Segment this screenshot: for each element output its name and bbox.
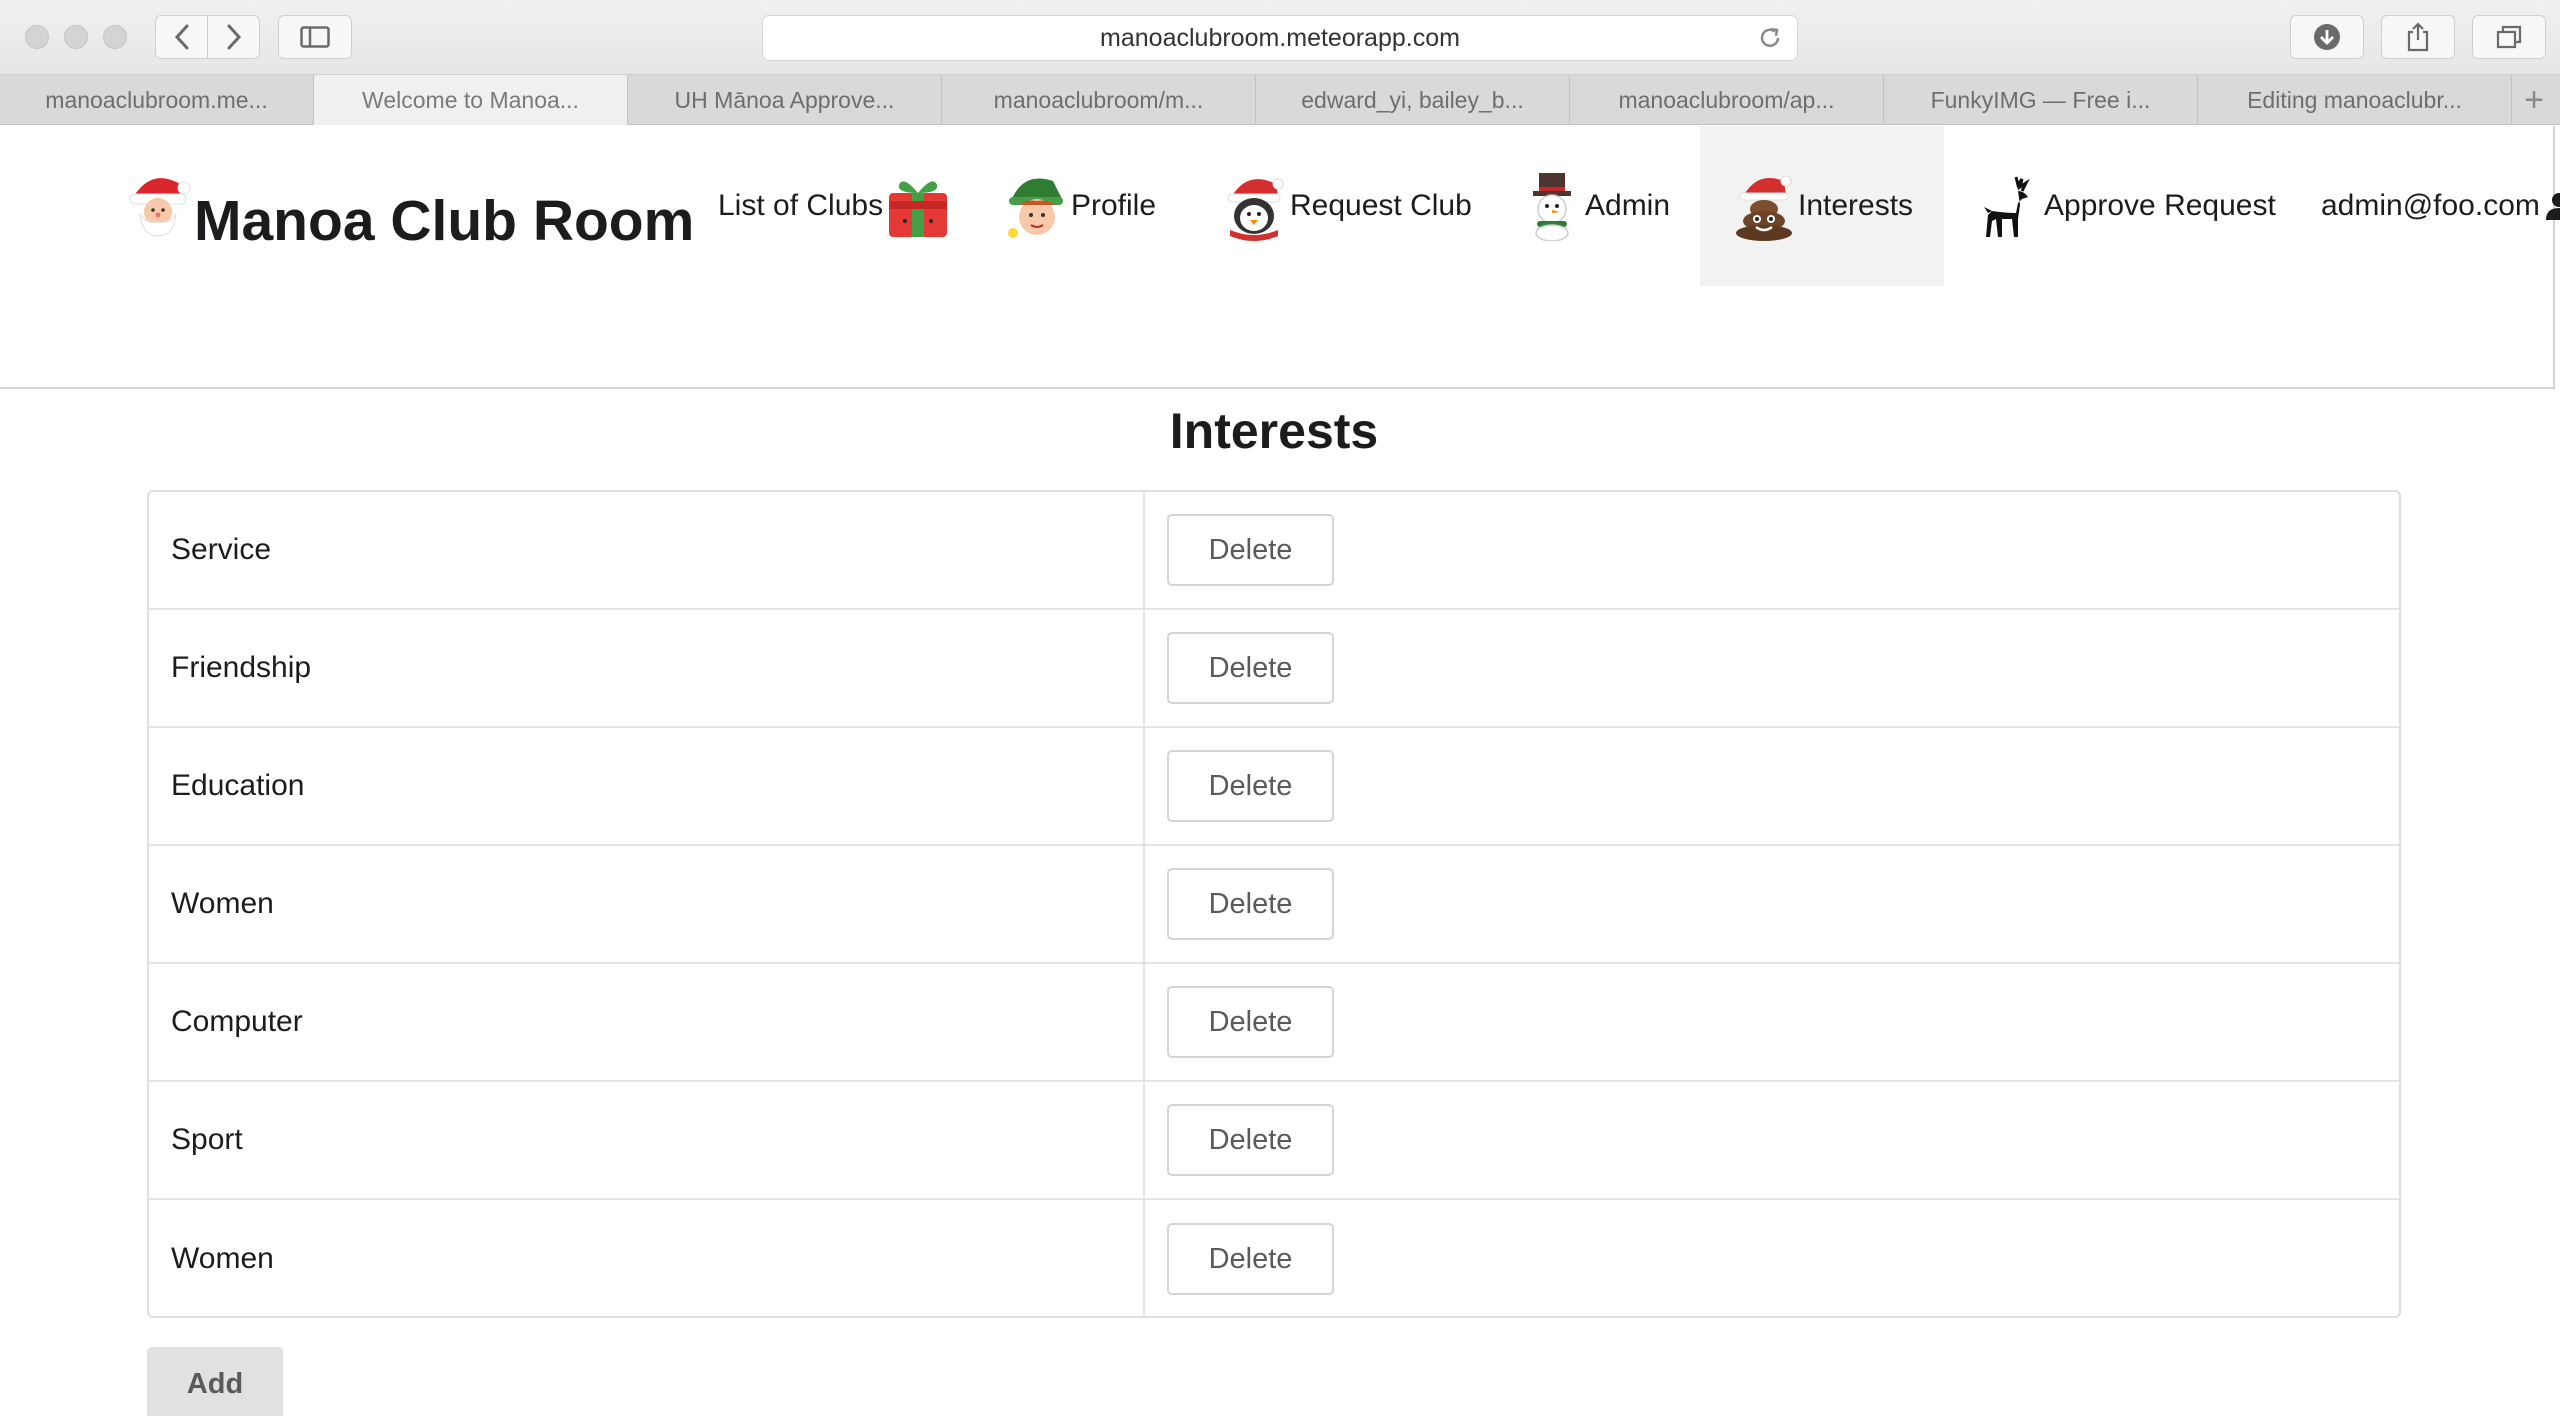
browser-tab[interactable]: UH Mānoa Approve... xyxy=(628,75,942,125)
chevron-left-icon xyxy=(174,24,188,50)
minimize-window-button[interactable] xyxy=(64,25,88,49)
delete-button[interactable]: Delete xyxy=(1167,986,1334,1058)
nav-label: List of Clubs xyxy=(718,189,884,222)
chevron-right-icon xyxy=(227,24,241,50)
action-cell: Delete xyxy=(1145,1200,2399,1316)
browser-tab[interactable]: manoaclubroom.me... xyxy=(0,75,314,125)
tab-bar: manoaclubroom.me... Welcome to Manoa... … xyxy=(0,75,2560,125)
download-icon xyxy=(2314,24,2340,50)
delete-button[interactable]: Delete xyxy=(1167,632,1334,704)
reload-icon[interactable] xyxy=(1757,25,1783,51)
nav-user-menu[interactable]: admin@foo.com xyxy=(2321,126,2560,286)
action-cell: Delete xyxy=(1145,964,2399,1080)
browser-tab[interactable]: manoaclubroom/ap... xyxy=(1570,75,1884,125)
nav-approve-request[interactable]: Approve Request xyxy=(1976,126,2276,286)
interest-name: Education xyxy=(149,728,1145,844)
nav-label: Admin xyxy=(1585,189,1671,222)
share-button[interactable] xyxy=(2381,15,2455,59)
new-tab-button[interactable]: + xyxy=(2512,75,2556,125)
santa-icon xyxy=(129,178,191,237)
delete-button[interactable]: Delete xyxy=(1167,750,1334,822)
interest-name: Women xyxy=(149,846,1145,962)
action-cell: Delete xyxy=(1145,1082,2399,1198)
tabs-overview-icon xyxy=(2496,25,2522,49)
nav-label: Request Club xyxy=(1290,189,1472,222)
action-cell: Delete xyxy=(1145,492,2399,608)
interest-name: Women xyxy=(149,1200,1145,1316)
browser-tab[interactable]: edward_yi, bailey_b... xyxy=(1256,75,1570,125)
address-bar[interactable]: manoaclubroom.meteorapp.com xyxy=(762,15,1798,61)
page-title: Interests xyxy=(1169,403,1379,459)
sidebar-toggle-button[interactable] xyxy=(278,15,352,59)
sidebar-icon xyxy=(300,26,330,48)
elf-icon xyxy=(1008,178,1063,238)
browser-titlebar: manoaclubroom.meteorapp.com xyxy=(0,0,2560,75)
table-row: Computer Delete xyxy=(149,964,2399,1082)
action-cell: Delete xyxy=(1145,610,2399,726)
nav-admin[interactable]: Admin xyxy=(1523,126,1670,286)
browser-tab[interactable]: FunkyIMG — Free i... xyxy=(1884,75,2198,125)
nav-profile[interactable]: Profile xyxy=(1003,126,1156,286)
interests-table: Service Delete Friendship Delete Educati… xyxy=(147,490,2401,1318)
nav-list-of-clubs[interactable]: List of Clubs xyxy=(718,126,953,286)
penguin-santa-icon xyxy=(1227,178,1284,241)
brand-title: Manoa Club Room xyxy=(194,189,695,253)
nav-user-email: admin@foo.com xyxy=(2321,189,2540,222)
interest-name: Friendship xyxy=(149,610,1145,726)
interest-name: Service xyxy=(149,492,1145,608)
url-text: manoaclubroom.meteorapp.com xyxy=(1100,23,1460,52)
user-icon xyxy=(2545,193,2560,220)
downloads-button[interactable] xyxy=(2290,15,2364,59)
nav-request-club[interactable]: Request Club xyxy=(1218,126,1472,286)
site-navbar: Manoa Club Room List of Clubs Profile Re… xyxy=(0,126,2560,389)
gift-icon xyxy=(889,181,948,237)
zoom-window-button[interactable] xyxy=(103,25,127,49)
poop-santa-hat-icon xyxy=(1736,175,1792,241)
interest-name: Computer xyxy=(149,964,1145,1080)
nav-label: Approve Request xyxy=(2044,189,2276,222)
table-row: Sport Delete xyxy=(149,1082,2399,1200)
action-cell: Delete xyxy=(1145,846,2399,962)
back-button[interactable] xyxy=(155,15,208,59)
show-tabs-button[interactable] xyxy=(2472,15,2546,59)
brand-link[interactable]: Manoa Club Room xyxy=(122,166,694,253)
action-cell: Delete xyxy=(1145,728,2399,844)
delete-button[interactable]: Delete xyxy=(1167,1104,1334,1176)
delete-button[interactable]: Delete xyxy=(1167,868,1334,940)
browser-tab[interactable]: Editing manoaclubr... xyxy=(2198,75,2512,125)
table-row: Friendship Delete xyxy=(149,610,2399,728)
delete-button[interactable]: Delete xyxy=(1167,1223,1334,1295)
browser-tab-active[interactable]: Welcome to Manoa... xyxy=(314,75,628,125)
nav-label: Profile xyxy=(1071,189,1157,222)
nav-interests[interactable]: Interests xyxy=(1700,126,1944,286)
table-row: Women Delete xyxy=(149,1200,2399,1316)
add-button[interactable]: Add xyxy=(147,1347,283,1416)
nav-label: Interests xyxy=(1798,189,1914,222)
forward-button[interactable] xyxy=(207,15,260,59)
snowman-icon xyxy=(1533,173,1571,241)
browser-tab[interactable]: manoaclubroom/m... xyxy=(942,75,1256,125)
share-icon xyxy=(2407,22,2429,52)
table-row: Education Delete xyxy=(149,728,2399,846)
table-row: Service Delete xyxy=(149,492,2399,610)
reindeer-icon xyxy=(1984,176,2030,237)
close-window-button[interactable] xyxy=(25,25,49,49)
table-row: Women Delete xyxy=(149,846,2399,964)
interest-name: Sport xyxy=(149,1082,1145,1198)
delete-button[interactable]: Delete xyxy=(1167,514,1334,586)
